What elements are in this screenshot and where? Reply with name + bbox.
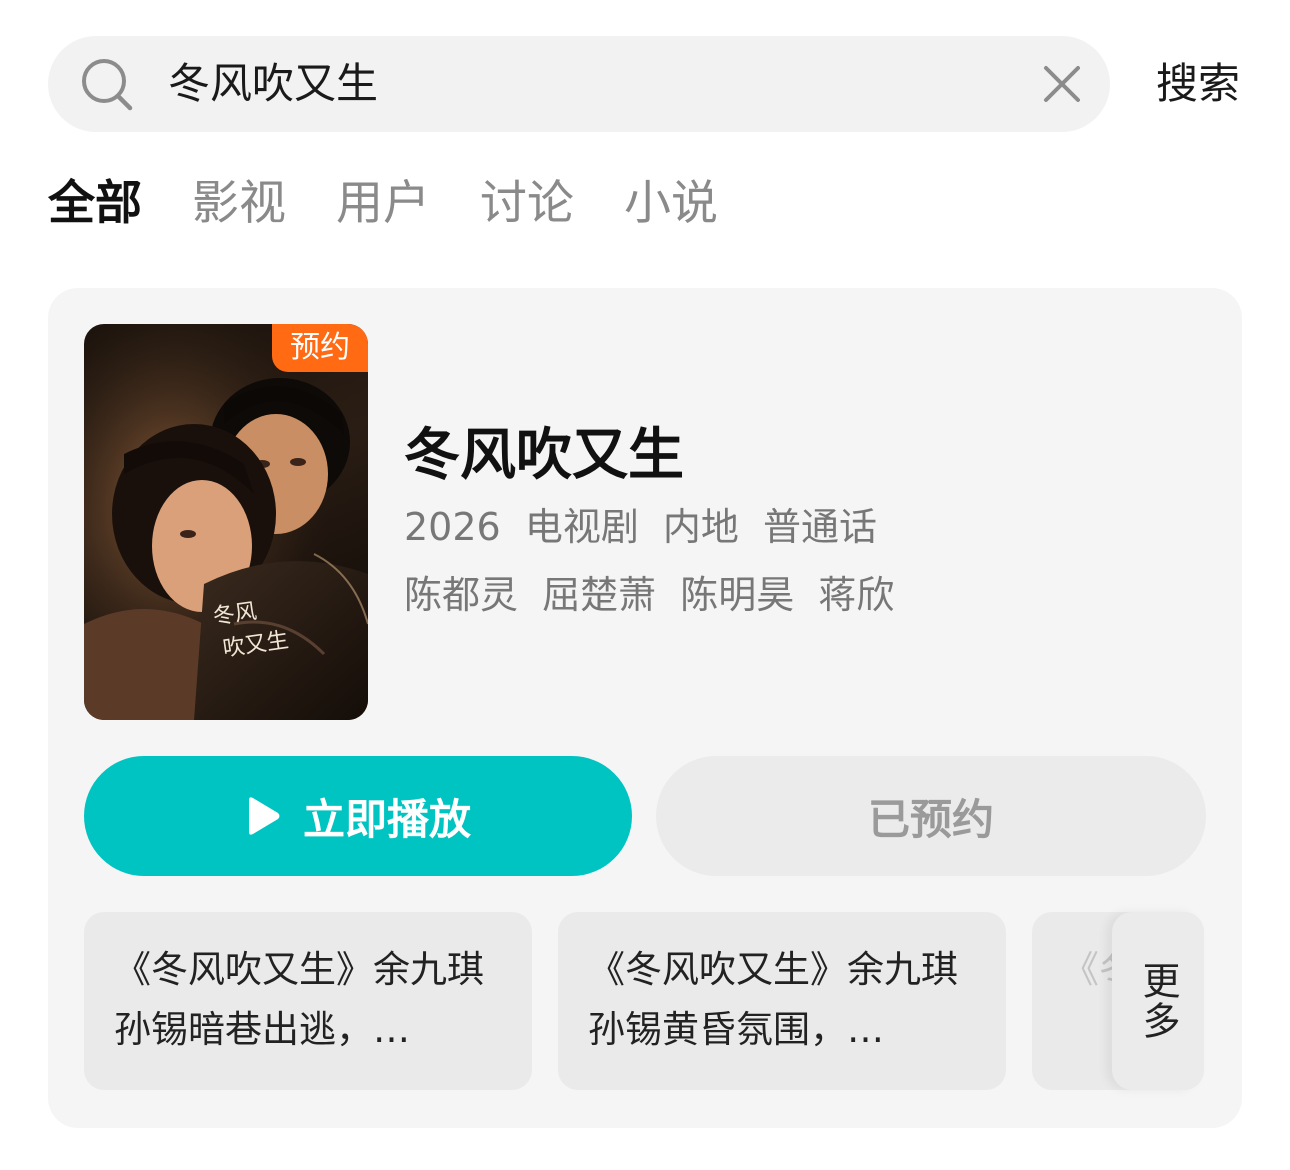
search-results-page: 冬风吹又生 搜索 全部 影视 用户 讨论 小说 冬风 吹又生 预约 冬风吹又生 … bbox=[0, 0, 1290, 1170]
play-now-label: 立即播放 bbox=[302, 794, 471, 844]
search-icon bbox=[82, 59, 133, 111]
clip-title: 《冬风吹又生》余九琪孙锡暗巷出逃，… bbox=[114, 948, 484, 1051]
tab-discussion[interactable]: 讨论 bbox=[480, 172, 574, 236]
cast-member: 屈楚萧 bbox=[542, 573, 657, 617]
reserved-button[interactable]: 已预约 bbox=[656, 756, 1206, 876]
clip-title: 《冬风吹又生》余九琪孙锡黄昏氛围，… bbox=[588, 948, 958, 1051]
meta-region: 内地 bbox=[662, 505, 739, 549]
play-icon bbox=[248, 797, 280, 835]
reservation-badge: 预约 bbox=[272, 324, 368, 372]
result-meta: 2026 电视剧 内地 普通话 bbox=[404, 502, 889, 552]
cast-member: 蒋欣 bbox=[818, 573, 895, 617]
close-icon[interactable] bbox=[1036, 58, 1088, 110]
meta-year: 2026 bbox=[404, 505, 501, 549]
more-label: 更多 bbox=[1136, 961, 1180, 1041]
meta-language: 普通话 bbox=[763, 505, 878, 549]
result-cast: 陈都灵 屈楚萧 陈明昊 蒋欣 bbox=[404, 570, 906, 620]
search-button[interactable]: 搜索 bbox=[1156, 52, 1240, 116]
related-clip[interactable]: 《冬风吹又生》余九琪孙锡黄昏氛围，… bbox=[558, 912, 1006, 1090]
related-clip[interactable]: 《冬风吹又生》余九琪孙锡暗巷出逃，… bbox=[84, 912, 532, 1090]
tab-film-tv[interactable]: 影视 bbox=[192, 172, 286, 236]
result-title[interactable]: 冬风吹又生 bbox=[404, 420, 684, 492]
meta-type: 电视剧 bbox=[524, 505, 639, 549]
more-button[interactable]: 更多 bbox=[1112, 912, 1204, 1090]
tab-users[interactable]: 用户 bbox=[336, 172, 430, 236]
play-now-button[interactable]: 立即播放 bbox=[84, 756, 632, 876]
cast-member: 陈明昊 bbox=[680, 573, 795, 617]
reserved-label: 已预约 bbox=[867, 794, 994, 844]
poster-image[interactable]: 冬风 吹又生 预约 bbox=[84, 324, 368, 720]
cast-member: 陈都灵 bbox=[404, 573, 519, 617]
tab-novel[interactable]: 小说 bbox=[624, 172, 718, 236]
tab-all[interactable]: 全部 bbox=[48, 172, 142, 236]
search-input[interactable]: 冬风吹又生 bbox=[168, 54, 378, 114]
